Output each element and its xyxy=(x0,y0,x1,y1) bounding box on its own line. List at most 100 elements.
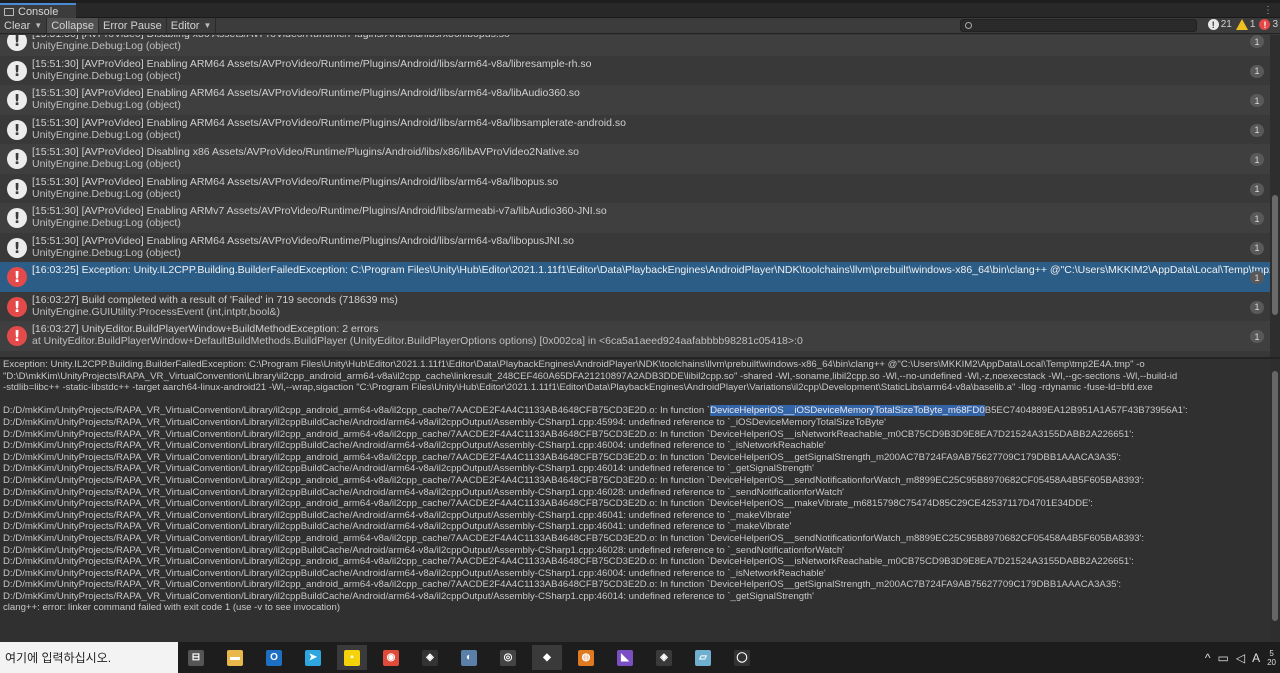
log-entry-count-badge: 1 xyxy=(1250,330,1264,343)
network-icon[interactable]: ▭ xyxy=(1218,651,1229,665)
log-entry-message: [16:03:25] Exception: Unity.IL2CPP.Build… xyxy=(32,264,1270,276)
stacktrace-line: D:/D/mkKim/UnityProjects/RAPA_VR_Virtual… xyxy=(3,416,886,428)
log-entry-count-badge: 1 xyxy=(1250,123,1264,137)
stacktrace-line: D:/D/mkKim/UnityProjects/RAPA_VR_Virtual… xyxy=(3,509,792,521)
clock[interactable]: 5 20 xyxy=(1267,649,1276,667)
taskbar-sticky-notes-icon[interactable]: ▪ xyxy=(337,645,367,670)
clear-button[interactable]: Clear ▼ xyxy=(0,18,48,33)
stacktrace-line: D:/D/mkKim/UnityProjects/RAPA_VR_Virtual… xyxy=(3,567,826,579)
selected-text: DeviceHelperiOS__iOSDeviceMemoryTotalSiz… xyxy=(710,405,985,417)
stacktrace-line: D:/D/mkKim/UnityProjects/RAPA_VR_Virtual… xyxy=(3,498,1093,510)
log-entry[interactable]: ! [16:03:27] Build completed with a resul… xyxy=(0,291,1270,321)
stacktrace-line: D:/D/mkKim/UnityProjects/RAPA_VR_Virtual… xyxy=(3,463,814,475)
info-icon: ! xyxy=(7,35,27,51)
windows-taskbar: 여기에 입력하십시오. ⊟ ▬ O ➤ ▪ ◉ ◈ ◐ ◎ ◆ ◍ ◣ ◈ ▱ ◯ ^ ▭ ◁ A 5 20 xyxy=(0,642,1280,673)
log-list-scrollbar[interactable] xyxy=(1270,35,1280,357)
log-entry[interactable]: ! [15:51:30] [AVProVideo] Enabling ARMv7 … xyxy=(0,203,1270,233)
oculus-icon: ◯ xyxy=(734,649,750,666)
stacktrace-line: Exception: Unity.IL2CPP.Building.Builder… xyxy=(3,359,1145,370)
taskbar-file-explorer-icon[interactable]: ▬ xyxy=(220,645,250,670)
log-entry-count-badge: 1 xyxy=(1250,64,1264,78)
info-icon: ! xyxy=(7,237,27,258)
info-icon: ! xyxy=(7,178,27,199)
warning-count: 1 xyxy=(1249,19,1256,30)
outlook-icon: O xyxy=(266,649,282,666)
log-entry-message: [15:51:30] [AVProVideo] Enabling ARM64 A… xyxy=(32,116,626,129)
taskbar-oculus-icon[interactable]: ◯ xyxy=(727,645,757,670)
taskbar-unity-alt-icon[interactable]: ◈ xyxy=(649,645,679,670)
taskbar-outlook-icon[interactable]: O xyxy=(259,645,289,670)
log-entry-message: [16:03:27] UnityEditor.BuildPlayerWindow… xyxy=(32,323,379,335)
chevron-up-icon[interactable]: ^ xyxy=(1205,651,1211,665)
error-toggle[interactable]: ! 3 xyxy=(1259,19,1278,30)
taskbar-paint-icon[interactable]: ◐ xyxy=(454,645,484,670)
log-entry-source: UnityEngine.Debug:Log (object) xyxy=(32,217,181,229)
log-entry-message: [15:51:30] [AVProVideo] Disabling x86 As… xyxy=(32,146,579,158)
detail-scroll-thumb[interactable] xyxy=(1272,371,1278,621)
tab-console-label: Console xyxy=(18,5,59,18)
taskbar-vr-app-icon[interactable]: ◎ xyxy=(493,645,523,670)
editor-dropdown[interactable]: Editor ▼ xyxy=(167,18,217,33)
log-entry-message: [15:51:30] [AVProVideo] Enabling ARM64 A… xyxy=(32,175,559,188)
warning-toggle[interactable]: 1 xyxy=(1235,19,1256,30)
collapse-toggle[interactable]: Collapse xyxy=(47,18,100,33)
taskbar-search-box[interactable]: 여기에 입력하십시오. xyxy=(0,642,178,673)
file-explorer-icon: ▬ xyxy=(227,649,243,666)
tab-menu-icon[interactable]: ⋮ xyxy=(1263,5,1274,16)
stacktrace-detail[interactable]: Exception: Unity.IL2CPP.Building.Builder… xyxy=(0,359,1270,642)
taskbar-chrome-icon[interactable]: ◉ xyxy=(376,645,406,670)
log-entry-count-badge: 1 xyxy=(1250,35,1264,48)
taskbar-blender-icon[interactable]: ◍ xyxy=(571,645,601,670)
error-pause-toggle[interactable]: Error Pause xyxy=(99,18,167,33)
info-toggle[interactable]: ! 21 xyxy=(1207,19,1232,30)
visual-studio-icon: ◣ xyxy=(617,649,633,666)
console-icon xyxy=(4,7,14,16)
chevron-down-icon: ▼ xyxy=(203,21,212,30)
stacktrace-line: D:/D/mkKim/UnityProjects/RAPA_VR_Virtual… xyxy=(3,440,826,452)
taskbar-notes-icon[interactable]: ▱ xyxy=(688,645,718,670)
taskbar-telegram-icon[interactable]: ➤ xyxy=(298,645,328,670)
stacktrace-line: clang++: error: linker command failed wi… xyxy=(3,602,341,614)
search-input[interactable] xyxy=(960,19,1197,32)
info-icon: ! xyxy=(7,149,27,169)
log-entry-count-badge: 1 xyxy=(1250,300,1264,314)
log-entry-source: UnityEngine.Debug:Log (object) xyxy=(32,187,181,200)
stacktrace-line-text: D:/D/mkKim/UnityProjects/RAPA_VR_Virtual… xyxy=(3,405,711,417)
log-entry-message: [15:51:30] [AVProVideo] Enabling ARMv7 A… xyxy=(32,205,607,217)
error-icon: ! xyxy=(7,296,27,317)
log-entry[interactable]: ! [15:51:30] [AVProVideo] Enabling ARM64 … xyxy=(0,55,1270,85)
error-icon: ! xyxy=(1259,19,1271,30)
stacktrace-line: D:/D/mkKim/UnityProjects/RAPA_VR_Virtual… xyxy=(3,544,844,556)
taskbar-unity-icon[interactable]: ◆ xyxy=(532,645,562,670)
log-entry[interactable]: ! [15:51:30] [AVProVideo] Enabling ARM64 … xyxy=(0,114,1270,144)
log-entry-source: UnityEngine.GUIUtility:ProcessEvent (int… xyxy=(32,305,281,318)
clear-dropdown-icon[interactable]: ▼ xyxy=(34,21,42,30)
task-view-icon: ⊟ xyxy=(188,649,204,666)
log-entry[interactable]: ! [15:51:30] [AVProVideo] Enabling ARM64 … xyxy=(0,173,1270,203)
detail-scrollbar[interactable] xyxy=(1270,359,1280,642)
log-entry[interactable]: ![15:51:30] [AVProVideo] Disabling x86 A… xyxy=(0,35,1270,56)
info-count: 21 xyxy=(1220,19,1232,30)
log-list-scroll-thumb[interactable] xyxy=(1272,195,1278,315)
log-entry-message: [15:51:30] [AVProVideo] Enabling ARM64 A… xyxy=(32,57,592,70)
clear-button-label: Clear xyxy=(4,19,31,32)
log-entry[interactable]: ! [16:03:25] Exception: Unity.IL2CPP.Buil… xyxy=(0,262,1270,292)
volume-icon[interactable]: ◁ xyxy=(1236,651,1245,665)
log-entry[interactable]: ! [15:51:30] [AVProVideo] Enabling ARM64 … xyxy=(0,85,1270,115)
log-entry-source: at UnityEditor.BuildPlayerWindow+Default… xyxy=(32,335,803,347)
input-language[interactable]: A xyxy=(1252,651,1260,665)
log-entry-count-badge: 1 xyxy=(1250,94,1264,107)
log-entry[interactable]: ! [16:03:27] UnityEditor.BuildPlayerWindo… xyxy=(0,321,1270,351)
taskbar-task-view-icon[interactable]: ⊟ xyxy=(181,645,211,670)
log-entry-message: [16:03:27] Build completed with a result… xyxy=(32,293,398,306)
log-entry[interactable]: ! [15:51:30] [AVProVideo] Enabling ARM64 … xyxy=(0,232,1270,262)
vr-app-icon: ◎ xyxy=(500,649,516,666)
unity-icon: ◆ xyxy=(539,649,555,666)
taskbar-unity-hub-icon[interactable]: ◈ xyxy=(415,645,445,670)
tab-console[interactable]: Console xyxy=(0,3,76,18)
log-entry[interactable]: ! [15:51:30] [AVProVideo] Disabling x86 A… xyxy=(0,144,1270,174)
taskbar-visual-studio-icon[interactable]: ◣ xyxy=(610,645,640,670)
stacktrace-line-suffix: B5EC7404889EA12B951A1A57F43B73956A1': xyxy=(984,405,1188,417)
info-icon: ! xyxy=(7,119,27,140)
chrome-icon: ◉ xyxy=(383,649,399,666)
